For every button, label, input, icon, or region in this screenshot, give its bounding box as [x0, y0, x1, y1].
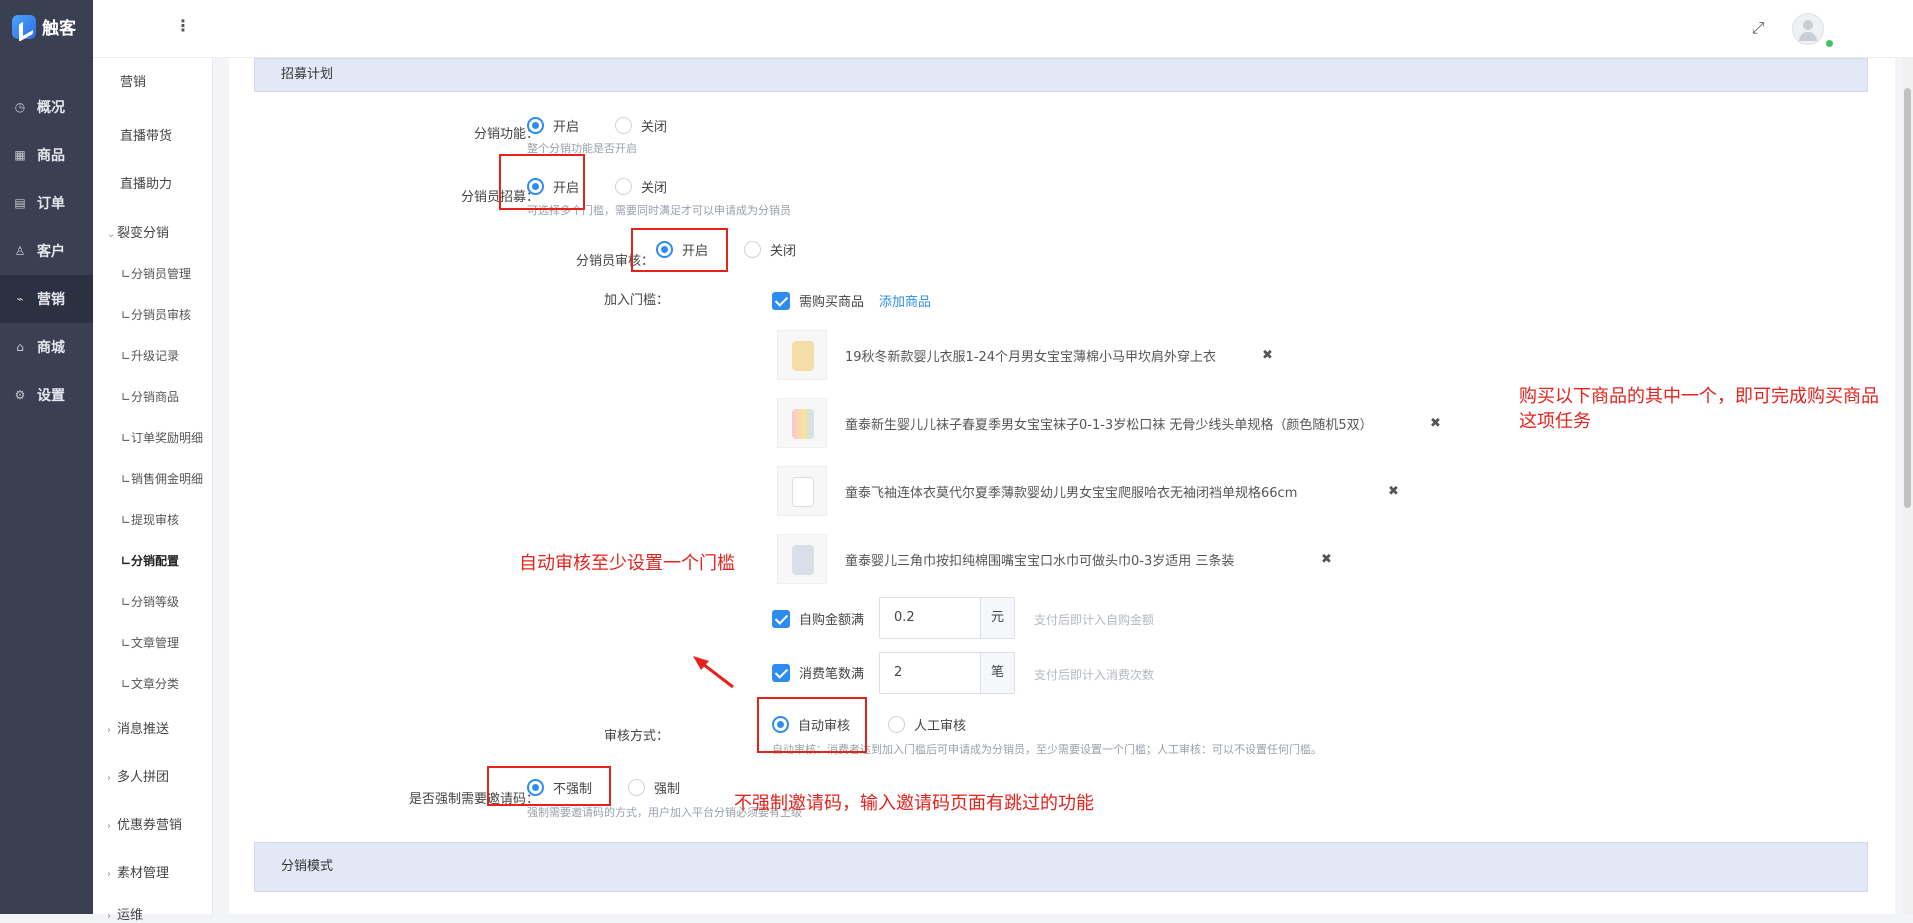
- product-item: 童泰婴儿三角巾按扣纯棉围嘴宝宝口水巾可做头巾0-3岁适用 三条装: [777, 534, 1234, 584]
- distribution-label: 分销功能：: [473, 127, 539, 142]
- nav-item-goods[interactable]: ▦ 商品: [0, 131, 93, 179]
- nav-item-marketing[interactable]: ⌁ 营销: [0, 275, 93, 323]
- chevron-right-icon: ›: [107, 773, 111, 784]
- distribution-off-radio[interactable]: 关闭: [615, 116, 667, 135]
- calendar-icon: ▤: [14, 196, 26, 210]
- sub-item-article-mgmt[interactable]: ∟文章管理: [93, 634, 213, 651]
- auto-review-annotation: 自动审核至少设置一个门槛: [519, 553, 735, 574]
- review-off-radio[interactable]: 关闭: [744, 240, 796, 259]
- distribution-on-radio[interactable]: 开启: [527, 116, 579, 135]
- sub-group-messages[interactable]: › 消息推送: [93, 718, 213, 737]
- recruit-off-radio[interactable]: 关闭: [615, 177, 667, 196]
- online-status-icon: [1826, 40, 1833, 47]
- highlight-box: [757, 697, 867, 753]
- annotation-arrow-icon: [693, 656, 734, 689]
- more-vertical-icon[interactable]: ⋮: [175, 16, 191, 40]
- highlight-box: [631, 228, 728, 272]
- product-thumbnail: [777, 534, 827, 584]
- invite-annotation: 不强制邀请码，输入邀请码页面有跳过的功能: [734, 793, 1094, 814]
- avatar[interactable]: [1792, 13, 1824, 45]
- consume-count-checkbox[interactable]: 消费笔数满: [772, 663, 864, 682]
- nav-item-settings[interactable]: ⚙ 设置: [0, 371, 93, 419]
- sub-group-fission[interactable]: ⌄ 裂变分销: [93, 222, 213, 241]
- sub-group-group-buy[interactable]: › 多人拼团: [93, 766, 213, 785]
- secondary-sidebar: 营销 直播带货 直播助力 ⌄ 裂变分销 ∟分销员管理 ∟分销员审核 ∟升级记录 ∟…: [93, 58, 213, 923]
- sub-item-order-rewards[interactable]: ∟订单奖励明细: [93, 429, 213, 446]
- product-thumbnail: [777, 398, 827, 448]
- product-thumbnail: [777, 330, 827, 380]
- section-recruit-plan: 招募计划: [254, 58, 1868, 92]
- invite-force-radio[interactable]: 强制: [628, 778, 680, 797]
- brand-name: 触客: [42, 19, 76, 39]
- review-mode-label: 审核方式：: [603, 729, 669, 744]
- product-item: 童泰新生婴儿儿袜子春夏季男女宝宝袜子0-1-3岁松口袜 无骨少线头单规格（颜色随…: [777, 398, 1373, 448]
- section-distribution-mode: 分销模式: [254, 842, 1868, 892]
- sub-item-article-category[interactable]: ∟文章分类: [93, 675, 213, 692]
- threshold-label: 加入门槛：: [603, 293, 669, 308]
- remove-product-icon[interactable]: ✖: [1262, 348, 1273, 363]
- consume-count-input[interactable]: 2笔: [879, 652, 1015, 694]
- review-label: 分销员审核：: [575, 254, 654, 269]
- sub-item-live-sales[interactable]: 直播带货: [93, 125, 213, 144]
- chevron-right-icon: ›: [107, 725, 111, 736]
- dashboard-icon: ◷: [14, 100, 26, 114]
- vertical-scrollbar[interactable]: [1902, 58, 1913, 914]
- sub-item-distribution-config[interactable]: ∟分销配置: [93, 552, 213, 569]
- products-annotation-1: 购买以下商品的其中一个，即可完成购买商品: [1519, 386, 1879, 407]
- nav-item-mall[interactable]: ⌂ 商城: [0, 323, 93, 371]
- brand-logo[interactable]: 触客: [12, 14, 76, 39]
- sub-group-coupons[interactable]: › 优惠券营销: [93, 814, 213, 833]
- chevron-right-icon: ›: [107, 821, 111, 832]
- main-sidebar: 触客 ◷ 概况 ▦ 商品 ▤ 订单 ♙ 客户 ⌁ 营销 ⌂ 商城 ⚙ 设置: [0, 0, 93, 914]
- grid-icon: ▦: [14, 148, 26, 162]
- products-annotation-2: 这项任务: [1519, 411, 1591, 432]
- chevron-down-icon: ⌄: [107, 229, 116, 240]
- chevron-right-icon: ›: [107, 911, 111, 922]
- sub-item-marketing[interactable]: 营销: [93, 71, 213, 90]
- sub-item-live-boost[interactable]: 直播助力: [93, 173, 213, 192]
- gear-icon: ⚙: [14, 388, 26, 402]
- manual-review-radio[interactable]: 人工审核: [888, 715, 966, 734]
- fullscreen-icon[interactable]: ⤢: [1748, 18, 1768, 38]
- main-content: 招募计划 分销功能： 开启 关闭 整个分销功能是否开启 分销员招募： 开启 关闭…: [229, 58, 1895, 914]
- scrollbar-thumb[interactable]: [1904, 88, 1911, 508]
- sub-item-distributor-review[interactable]: ∟分销员审核: [93, 306, 213, 323]
- buy-goods-checkbox[interactable]: 需购买商品 添加商品: [772, 291, 931, 310]
- sub-item-withdraw-review[interactable]: ∟提现审核: [93, 511, 213, 528]
- remove-product-icon[interactable]: ✖: [1321, 552, 1332, 567]
- user-icon: ♙: [14, 244, 26, 258]
- nav-item-overview[interactable]: ◷ 概况: [0, 83, 93, 131]
- product-item: 19秋冬新款婴儿衣服1-24个月男女宝宝薄棉小马甲坎肩外穿上衣: [777, 330, 1216, 380]
- highlight-box: [499, 154, 585, 210]
- sub-item-distribution-goods[interactable]: ∟分销商品: [93, 388, 213, 405]
- remove-product-icon[interactable]: ✖: [1388, 484, 1399, 499]
- self-amount-checkbox[interactable]: 自购金额满: [772, 609, 864, 628]
- logo-mark-icon: [12, 14, 36, 39]
- consume-count-hint: 支付后即计入消费次数: [1034, 668, 1155, 682]
- sub-item-sales-commission[interactable]: ∟销售佣金明细: [93, 470, 213, 487]
- sub-item-upgrade-records[interactable]: ∟升级记录: [93, 347, 213, 364]
- self-amount-input[interactable]: 0.2 元: [879, 597, 1015, 639]
- remove-product-icon[interactable]: ✖: [1430, 416, 1441, 431]
- sub-group-materials[interactable]: › 素材管理: [93, 862, 213, 881]
- sub-item-distributor-mgmt[interactable]: ∟分销员管理: [93, 265, 213, 282]
- product-thumbnail: [777, 466, 827, 516]
- add-goods-link[interactable]: 添加商品: [879, 291, 931, 310]
- top-bar: ⋮ ⤢: [93, 0, 1913, 58]
- nav-item-orders[interactable]: ▤ 订单: [0, 179, 93, 227]
- shop-icon: ⌂: [16, 340, 24, 354]
- nav-item-customers[interactable]: ♙ 客户: [0, 227, 93, 275]
- chevron-right-icon: ›: [107, 869, 111, 880]
- highlight-box: [487, 766, 611, 806]
- product-item: 童泰飞袖连体衣莫代尔夏季薄款婴幼儿男女宝宝爬服哈衣无袖闭裆单规格66cm: [777, 466, 1297, 516]
- sub-item-distribution-levels[interactable]: ∟分销等级: [93, 593, 213, 610]
- tag-icon: ⌁: [16, 292, 24, 306]
- self-amount-hint: 支付后即计入自购金额: [1034, 613, 1155, 627]
